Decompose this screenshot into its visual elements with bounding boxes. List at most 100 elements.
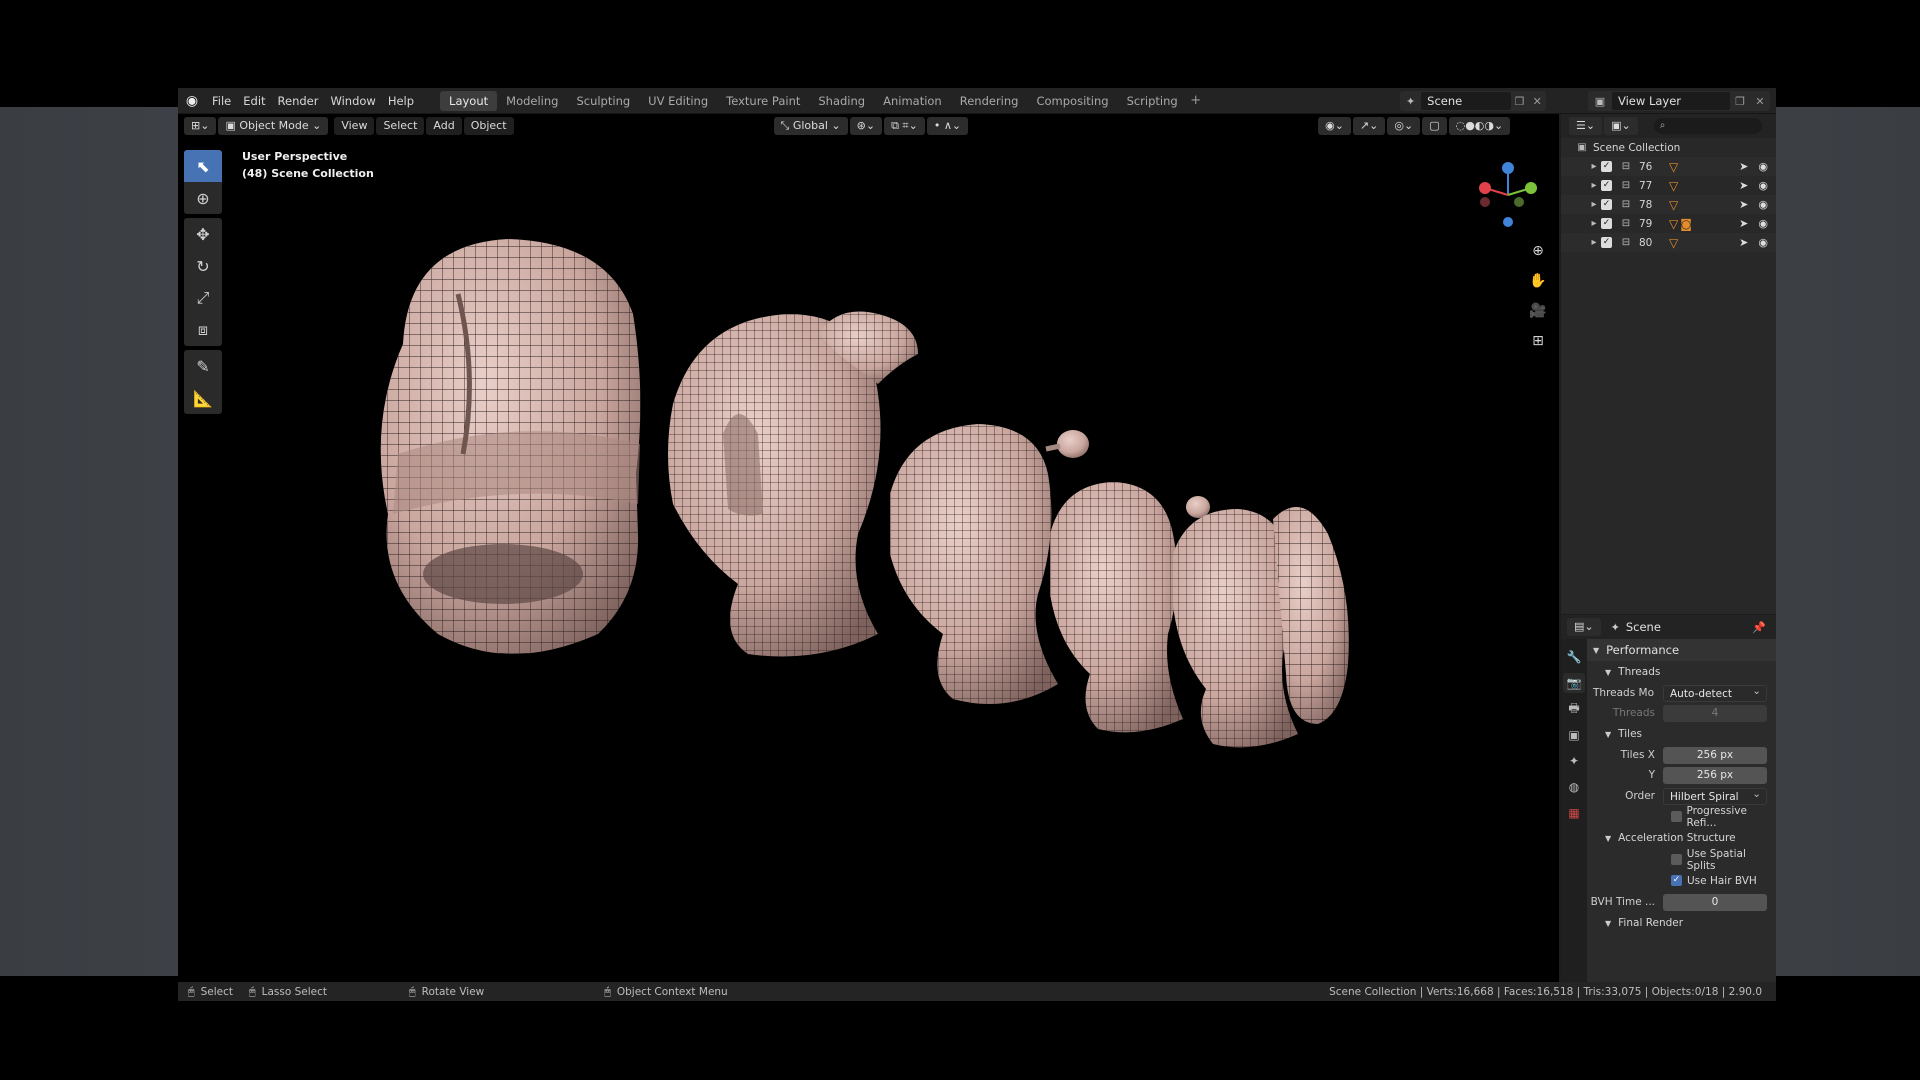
exclude-checkbox[interactable]: ✓: [1601, 161, 1612, 172]
shading-modes-icon[interactable]: ◌●◐◑⌄: [1448, 117, 1511, 135]
eye-icon[interactable]: ◉: [1758, 236, 1768, 249]
eye-icon[interactable]: ◉: [1758, 160, 1768, 173]
order-dropdown[interactable]: Hilbert Spiral: [1663, 786, 1767, 805]
progressive-refine-row[interactable]: Progressive Refi...: [1587, 805, 1776, 829]
expand-icon[interactable]: ▸: [1587, 218, 1601, 229]
properties-editor-type-icon[interactable]: ▤⌄: [1567, 618, 1601, 636]
pan-hand-icon[interactable]: ✋: [1525, 268, 1551, 294]
tool-tab-icon[interactable]: 🔧: [1563, 647, 1585, 667]
outliner-editor-type-icon[interactable]: ☰⌄: [1569, 117, 1603, 135]
menu-file[interactable]: File: [206, 91, 237, 111]
tab-modeling[interactable]: Modeling: [497, 91, 567, 111]
scene-tab-icon[interactable]: ✦: [1563, 751, 1585, 771]
delete-view-layer-icon[interactable]: ✕: [1750, 95, 1770, 108]
overlays-icon[interactable]: ◎⌄: [1387, 117, 1421, 135]
camera-view-icon[interactable]: 🎥: [1525, 298, 1551, 324]
tab-uv-editing[interactable]: UV Editing: [639, 91, 717, 111]
scene-selector[interactable]: ✦ Scene ❐ ✕: [1400, 91, 1546, 111]
visibility-icon[interactable]: ◉⌄: [1318, 117, 1351, 135]
new-view-layer-icon[interactable]: ❐: [1730, 95, 1750, 108]
threads-field[interactable]: 4: [1663, 704, 1767, 722]
tab-sculpting[interactable]: Sculpting: [567, 91, 639, 111]
gizmo-toggle-icon[interactable]: ↗⌄: [1352, 117, 1386, 135]
tiles-x-field[interactable]: 256 px: [1663, 746, 1767, 764]
select-arrow-icon[interactable]: ➤: [1739, 217, 1748, 230]
view-layer-tab-icon[interactable]: ▣: [1563, 725, 1585, 745]
3d-viewport[interactable]: ⊞⌄ ▣ Object Mode ⌄ View Select Add Objec…: [178, 114, 1559, 982]
progressive-refine-checkbox[interactable]: [1671, 811, 1682, 822]
eye-icon[interactable]: ◉: [1758, 179, 1768, 192]
expand-icon[interactable]: ▸: [1587, 199, 1601, 210]
tab-rendering[interactable]: Rendering: [951, 91, 1028, 111]
blender-logo-icon[interactable]: ◉: [178, 88, 206, 114]
tab-layout[interactable]: Layout: [440, 90, 498, 111]
outliner-row[interactable]: ▸ ✓ ⊟ 78 ▽ ➤ ◉: [1561, 195, 1776, 214]
tiles-subpanel-header[interactable]: ▼ Tiles: [1587, 723, 1776, 745]
texture-tab-icon[interactable]: ▦: [1563, 803, 1585, 823]
eye-icon[interactable]: ◉: [1758, 217, 1768, 230]
exclude-checkbox[interactable]: ✓: [1601, 180, 1612, 191]
select-arrow-icon[interactable]: ➤: [1739, 179, 1748, 192]
editor-type-icon[interactable]: ⊞⌄: [184, 117, 217, 135]
render-tab-icon[interactable]: 📷: [1563, 673, 1585, 693]
view-menu[interactable]: View: [334, 117, 375, 135]
mesh-object-1[interactable]: [380, 239, 641, 654]
ortho-grid-icon[interactable]: ⊞: [1525, 328, 1551, 354]
rotate-tool-icon[interactable]: ↻: [184, 250, 222, 282]
spatial-splits-row[interactable]: Use Spatial Splits: [1587, 848, 1776, 872]
final-render-subpanel-header[interactable]: ▼ Final Render: [1587, 912, 1776, 934]
hair-bvh-row[interactable]: ✓ Use Hair BVH: [1587, 870, 1776, 891]
exclude-checkbox[interactable]: ✓: [1601, 218, 1612, 229]
add-menu[interactable]: Add: [426, 117, 462, 135]
transform-tool-icon[interactable]: ⧈: [184, 314, 222, 346]
select-menu[interactable]: Select: [376, 117, 425, 135]
exclude-checkbox[interactable]: ✓: [1601, 199, 1612, 210]
delete-scene-icon[interactable]: ✕: [1528, 95, 1546, 108]
pin-icon[interactable]: 📌: [1752, 621, 1766, 634]
threads-subpanel-header[interactable]: ▼ Threads: [1587, 661, 1776, 683]
menu-help[interactable]: Help: [382, 91, 420, 111]
expand-icon[interactable]: ▸: [1587, 237, 1601, 248]
threads-mode-dropdown[interactable]: Auto-detect: [1663, 683, 1767, 702]
scene-name-field[interactable]: Scene: [1421, 92, 1511, 110]
object-menu[interactable]: Object: [463, 117, 514, 135]
tiles-y-field[interactable]: 256 px: [1663, 766, 1767, 784]
cursor-tool-icon[interactable]: ⊕: [184, 182, 222, 214]
performance-panel-header[interactable]: ▼ Performance: [1587, 639, 1776, 661]
mesh-object-2[interactable]: [668, 311, 918, 657]
add-workspace-button[interactable]: +: [1187, 91, 1205, 111]
menu-edit[interactable]: Edit: [237, 91, 271, 111]
tab-compositing[interactable]: Compositing: [1027, 91, 1117, 111]
scale-tool-icon[interactable]: ⤢: [184, 282, 222, 314]
select-box-tool-icon[interactable]: ⬉: [184, 150, 222, 182]
outliner-search-input[interactable]: ⌕: [1653, 118, 1762, 134]
navigation-gizmo[interactable]: [1473, 160, 1543, 230]
outliner-row[interactable]: ▸ ✓ ⊟ 77 ▽ ➤ ◉: [1561, 176, 1776, 195]
object-mode-dropdown[interactable]: ▣ Object Mode ⌄: [218, 117, 329, 135]
tab-animation[interactable]: Animation: [874, 91, 951, 111]
select-arrow-icon[interactable]: ➤: [1739, 236, 1748, 249]
view-layer-selector[interactable]: ▣ View Layer ❐ ✕: [1588, 91, 1770, 111]
outliner-row[interactable]: ▸ ✓ ⊟ 79 ▽ ◙ ➤ ◉: [1561, 214, 1776, 233]
tab-scripting[interactable]: Scripting: [1118, 91, 1187, 111]
bvh-time-field[interactable]: 0: [1663, 893, 1767, 911]
snap-icon[interactable]: ⧉ ⌗⌄: [884, 117, 925, 135]
world-tab-icon[interactable]: ◍: [1563, 777, 1585, 797]
select-arrow-icon[interactable]: ➤: [1739, 160, 1748, 173]
tab-texture-paint[interactable]: Texture Paint: [717, 91, 809, 111]
eye-icon[interactable]: ◉: [1758, 198, 1768, 211]
move-tool-icon[interactable]: ✥: [184, 218, 222, 250]
expand-icon[interactable]: ▸: [1587, 180, 1601, 191]
spatial-splits-checkbox[interactable]: [1671, 854, 1682, 865]
hair-bvh-checkbox[interactable]: ✓: [1671, 875, 1682, 886]
expand-icon[interactable]: ▸: [1587, 161, 1601, 172]
pivot-point-icon[interactable]: ⊛⌄: [849, 117, 883, 135]
transform-orientation-dropdown[interactable]: ⤡ Global ⌄: [773, 117, 848, 135]
display-mode-icon[interactable]: ▣⌄: [1604, 117, 1638, 135]
select-arrow-icon[interactable]: ➤: [1739, 198, 1748, 211]
menu-render[interactable]: Render: [272, 91, 325, 111]
zoom-icon[interactable]: ⊕: [1525, 238, 1551, 264]
proportional-edit-icon[interactable]: • ∧⌄: [926, 117, 969, 135]
outliner-row[interactable]: ▸ ✓ ⊟ 76 ▽ ➤ ◉: [1561, 157, 1776, 176]
annotate-tool-icon[interactable]: ✎: [184, 350, 222, 382]
